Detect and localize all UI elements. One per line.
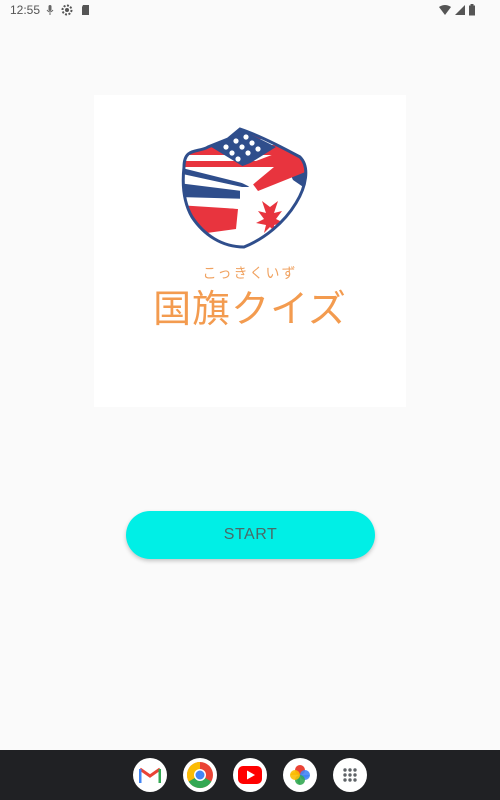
wifi-icon xyxy=(439,5,451,15)
chrome-glyph-icon xyxy=(186,761,213,789)
gmail-glyph-icon xyxy=(139,767,161,783)
youtube-icon[interactable] xyxy=(233,758,267,792)
logo-title: 国旗クイズ xyxy=(153,287,347,331)
gmail-icon[interactable] xyxy=(133,758,167,792)
battery-icon xyxy=(469,4,475,16)
start-button[interactable]: START xyxy=(126,511,375,559)
photos-icon[interactable] xyxy=(283,758,317,792)
chrome-icon[interactable] xyxy=(183,758,217,792)
photos-glyph-icon xyxy=(290,765,310,785)
flag-emblem-icon xyxy=(181,127,308,249)
settings-icon xyxy=(61,4,73,16)
youtube-glyph-icon xyxy=(238,766,262,784)
nav-dock xyxy=(0,750,500,800)
app-drawer-icon[interactable] xyxy=(333,758,367,792)
app-logo: こっきくいず 国旗クイズ xyxy=(94,95,406,407)
mic-icon xyxy=(46,5,54,15)
sd-card-icon xyxy=(82,5,89,15)
status-bar: 12:55 xyxy=(0,0,500,22)
app-drawer-glyph-icon xyxy=(343,768,357,782)
status-time: 12:55 xyxy=(10,3,41,17)
signal-icon xyxy=(455,5,465,15)
